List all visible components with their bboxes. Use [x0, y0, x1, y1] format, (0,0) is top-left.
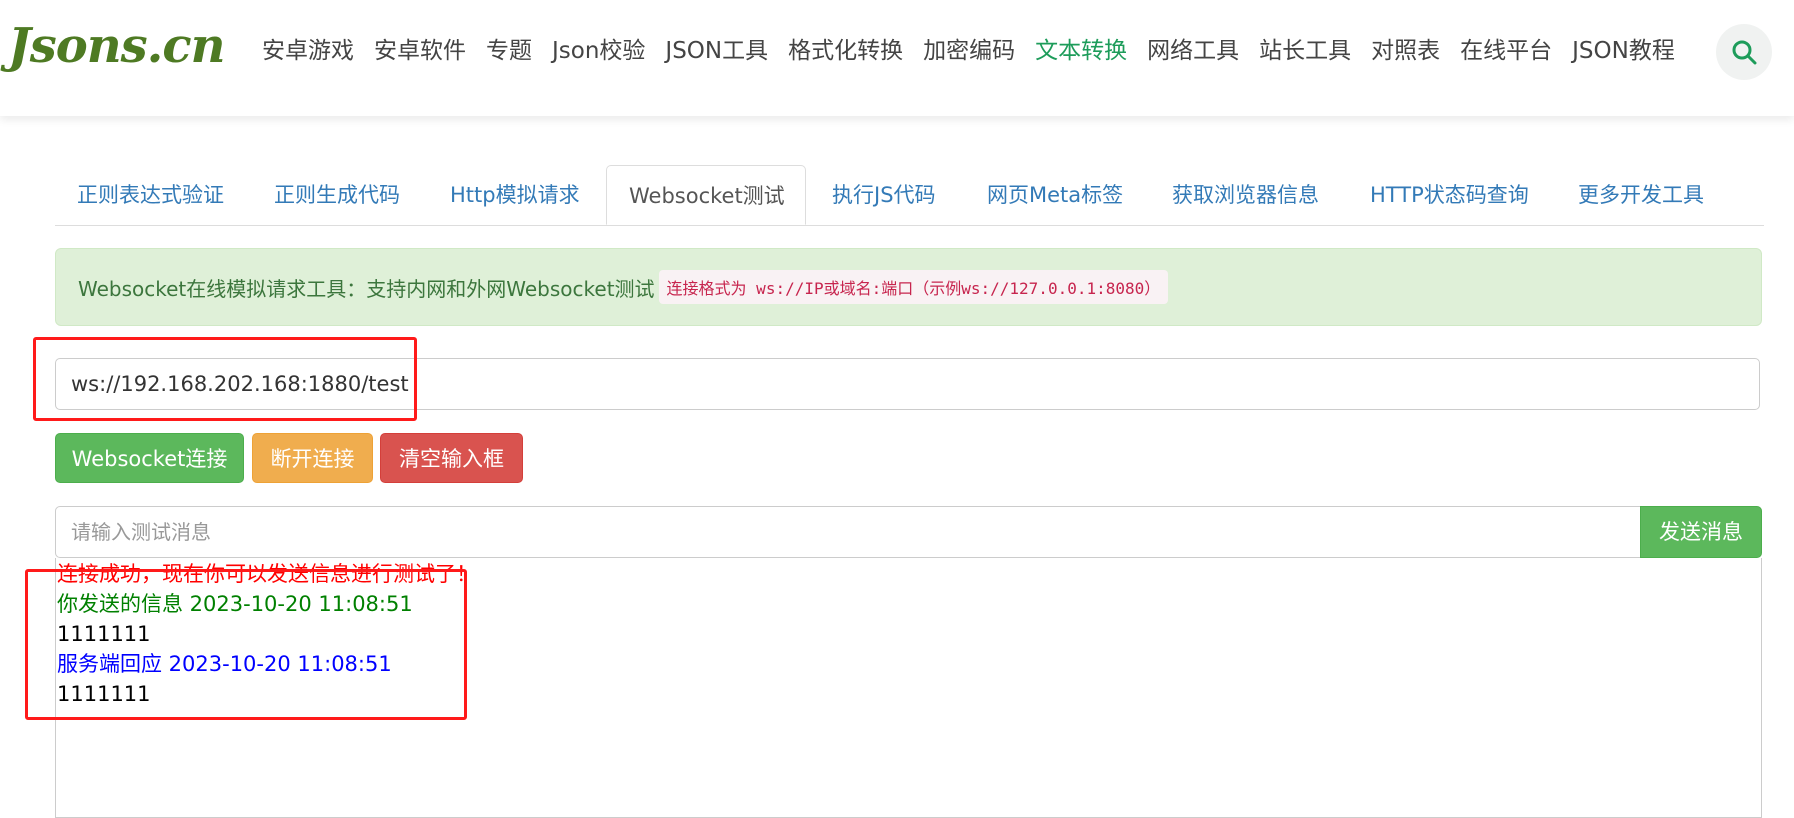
tab-regex-codegen[interactable]: 正则生成代码 — [274, 165, 400, 225]
nav-item-json-tools[interactable]: JSON工具 — [665, 34, 768, 68]
disconnect-button[interactable]: 断开连接 — [252, 433, 373, 483]
site-logo[interactable]: Jsons.cn — [8, 18, 226, 74]
send-message-button[interactable]: 发送消息 — [1640, 506, 1762, 558]
main-nav: 安卓游戏 安卓软件 专题 Json校验 JSON工具 格式化转换 加密编码 文本… — [262, 34, 1695, 68]
site-header: Jsons.cn 安卓游戏 安卓软件 专题 Json校验 JSON工具 格式化转… — [0, 0, 1794, 116]
nav-item-online-platform[interactable]: 在线平台 — [1460, 34, 1552, 68]
annotation-box-log — [25, 569, 467, 720]
nav-item-reference-tables[interactable]: 对照表 — [1371, 34, 1440, 68]
search-icon — [1732, 40, 1757, 65]
tab-more-tools[interactable]: 更多开发工具 — [1578, 165, 1704, 225]
info-alert: Websocket在线模拟请求工具：支持内网和外网Websocket测试 连接格… — [55, 248, 1762, 326]
tab-http-status[interactable]: HTTP状态码查询 — [1370, 165, 1529, 225]
tab-http-request[interactable]: Http模拟请求 — [450, 165, 580, 225]
tool-tabs: 正则表达式验证 正则生成代码 Http模拟请求 Websocket测试 执行JS… — [55, 165, 1764, 226]
tab-regex-validate[interactable]: 正则表达式验证 — [77, 165, 224, 225]
nav-item-json-tutorial[interactable]: JSON教程 — [1572, 34, 1675, 68]
nav-item-json-validate[interactable]: Json校验 — [552, 34, 645, 68]
nav-item-text-convert[interactable]: 文本转换 — [1035, 34, 1127, 68]
nav-item-webmaster-tools[interactable]: 站长工具 — [1259, 34, 1351, 68]
annotation-box-url — [33, 337, 417, 421]
test-message-input[interactable] — [55, 506, 1640, 558]
tab-meta-tags[interactable]: 网页Meta标签 — [987, 165, 1123, 225]
nav-item-topics[interactable]: 专题 — [486, 34, 532, 68]
websocket-connect-button[interactable]: Websocket连接 — [55, 433, 244, 483]
nav-item-android-software[interactable]: 安卓软件 — [374, 34, 466, 68]
nav-item-format-convert[interactable]: 格式化转换 — [788, 34, 903, 68]
tab-browser-info[interactable]: 获取浏览器信息 — [1172, 165, 1319, 225]
nav-item-android-games[interactable]: 安卓游戏 — [262, 34, 354, 68]
nav-item-network-tools[interactable]: 网络工具 — [1147, 34, 1239, 68]
nav-item-encrypt-encode[interactable]: 加密编码 — [923, 34, 1015, 68]
search-button[interactable] — [1716, 24, 1772, 80]
tab-run-js[interactable]: 执行JS代码 — [832, 165, 936, 225]
clear-input-button[interactable]: 清空输入框 — [380, 433, 523, 483]
alert-format-hint: 连接格式为 ws://IP或域名:端口（示例ws://127.0.0.1:808… — [658, 270, 1169, 304]
alert-text: Websocket在线模拟请求工具：支持内网和外网Websocket测试 — [78, 276, 655, 301]
tab-websocket-test[interactable]: Websocket测试 — [606, 165, 806, 225]
